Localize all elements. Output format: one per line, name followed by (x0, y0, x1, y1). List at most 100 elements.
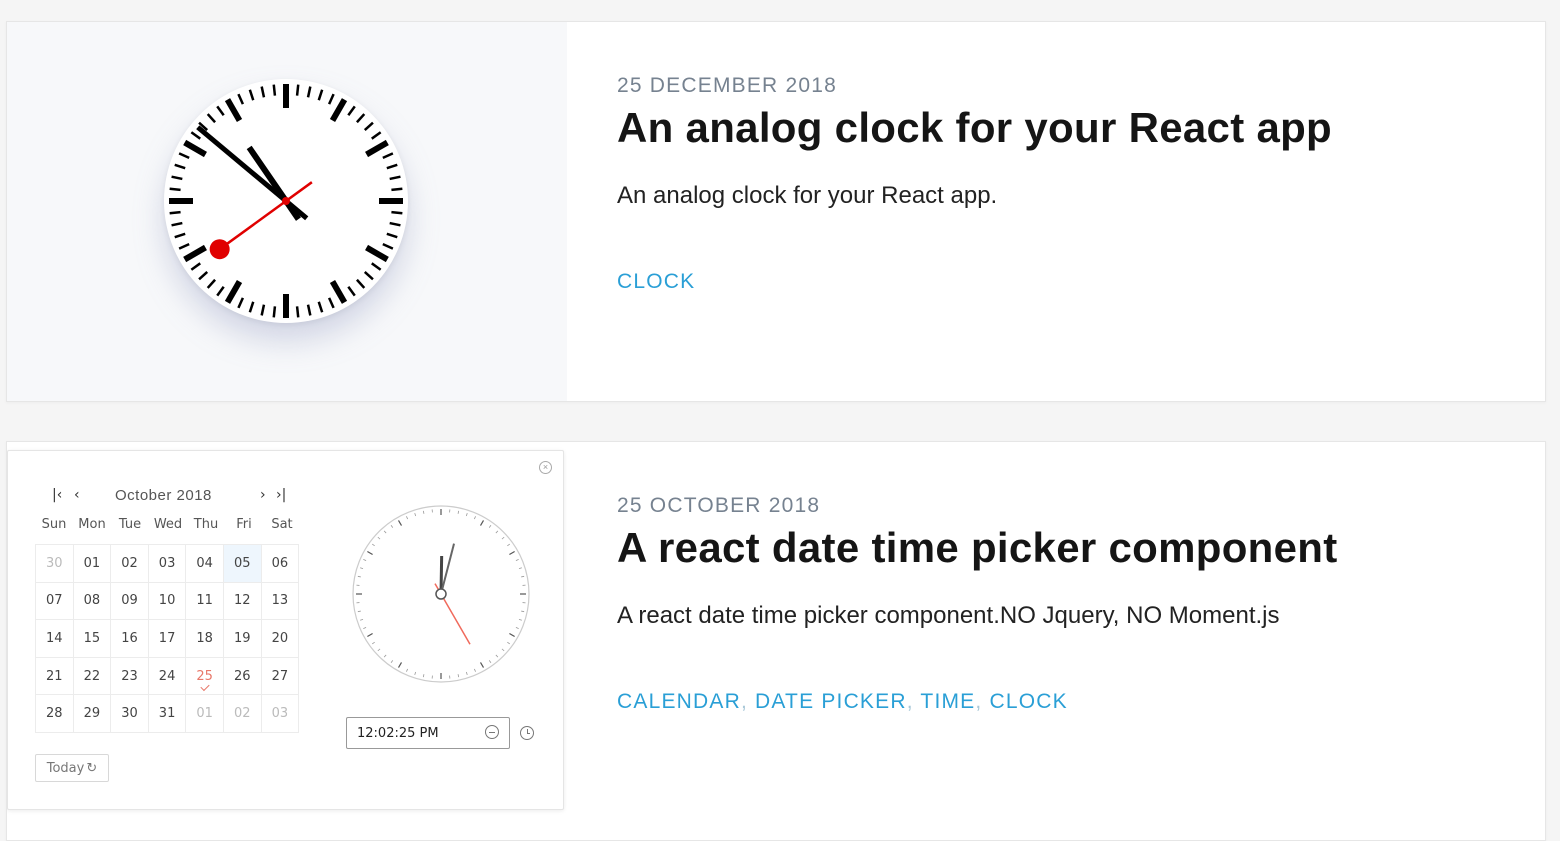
second-hand-tip (210, 239, 230, 259)
day-cell[interactable]: 11 (186, 582, 224, 620)
post-date: 25 OCTOBER 2018 (617, 494, 1545, 518)
day-cell[interactable]: 18 (186, 620, 224, 658)
hour-mark (367, 143, 388, 155)
minute-mark (319, 302, 322, 312)
day-cell[interactable]: 15 (73, 620, 111, 658)
clock-center (436, 589, 446, 599)
minute-mark (175, 165, 185, 168)
minute-mark (308, 87, 310, 98)
day-cell[interactable]: 24 (148, 657, 186, 695)
day-cell[interactable]: 22 (73, 657, 111, 695)
day-cell[interactable]: 27 (261, 657, 299, 695)
day-cell[interactable]: 19 (223, 620, 261, 658)
minute-mark (170, 212, 181, 213)
post-thumbnail[interactable]: × |‹ ‹ October 2018 › ›| Sun Mon Tue Wed… (7, 442, 567, 840)
minute-mark (172, 223, 183, 225)
weekday-row: Sun Mon Tue Wed Thu Fri Sat (35, 517, 301, 532)
first-month-icon[interactable]: |‹ (52, 487, 62, 503)
day-cell[interactable]: 03 (148, 545, 186, 583)
day-cell[interactable]: 03 (261, 695, 299, 733)
post-description: An analog clock for your React app. (617, 182, 1545, 210)
today-button-label: Today (47, 761, 85, 776)
day-cell[interactable]: 01 (73, 545, 111, 583)
post-title[interactable]: An analog clock for your React app (617, 104, 1545, 152)
day-cell[interactable]: 09 (111, 582, 149, 620)
minute-hand (198, 127, 307, 218)
minute-mark (191, 263, 200, 269)
day-cell[interactable]: 13 (261, 582, 299, 620)
close-icon[interactable]: × (539, 461, 552, 474)
minute-mark (217, 287, 223, 296)
tag-link[interactable]: CLOCK (989, 690, 1067, 713)
last-month-icon[interactable]: ›| (276, 487, 286, 503)
minute-mark (208, 280, 215, 288)
tag-link[interactable]: DATE PICKER (755, 690, 907, 713)
day-cell[interactable]: 28 (36, 695, 74, 733)
minute-mark (179, 244, 189, 248)
minute-mark (217, 106, 223, 115)
time-input[interactable]: 12:02:25 PM (346, 717, 510, 749)
minute-mark (372, 263, 381, 269)
clock-icon[interactable] (520, 726, 534, 740)
hour-mark (228, 282, 240, 303)
post-thumbnail[interactable] (7, 22, 567, 401)
day-cell[interactable]: 31 (148, 695, 186, 733)
post-tags: CALENDAR, DATE PICKER, TIME, CLOCK (617, 690, 1545, 714)
weekday-label: Sat (263, 517, 301, 532)
minute-mark (387, 165, 397, 168)
post-title[interactable]: A react date time picker component (617, 524, 1545, 572)
day-cell[interactable]: 07 (36, 582, 74, 620)
day-cell[interactable]: 06 (261, 545, 299, 583)
post-card[interactable]: 25 DECEMBER 2018 An analog clock for you… (6, 21, 1546, 402)
day-cell[interactable]: 01 (186, 695, 224, 733)
minute-mark (390, 223, 401, 225)
minute-mark (191, 132, 200, 138)
day-cell[interactable]: 10 (148, 582, 186, 620)
minute-mark (319, 90, 322, 100)
weekday-label: Thu (187, 517, 225, 532)
day-cell[interactable]: 23 (111, 657, 149, 695)
calendar-grid: 30 01 02 03 04 05 06 07 08 09 10 11 12 1… (35, 544, 299, 733)
day-cell[interactable]: 20 (261, 620, 299, 658)
weekday-label: Tue (111, 517, 149, 532)
minute-mark (238, 94, 242, 104)
hour-mark (228, 100, 240, 121)
day-cell[interactable]: 29 (73, 695, 111, 733)
calendar-header: |‹ ‹ October 2018 › ›| (46, 487, 298, 507)
minute-mark (365, 272, 373, 279)
minute-mark (383, 244, 393, 248)
day-cell[interactable]: 12 (223, 582, 261, 620)
day-cell[interactable]: 16 (111, 620, 149, 658)
day-cell[interactable]: 02 (223, 695, 261, 733)
day-cell-today[interactable]: 25 (186, 657, 224, 695)
tag-link[interactable]: CLOCK (617, 270, 695, 293)
minute-mark (208, 114, 215, 122)
day-cell[interactable]: 30 (111, 695, 149, 733)
minute-mark (308, 305, 310, 316)
day-cell[interactable]: 02 (111, 545, 149, 583)
day-cell[interactable]: 30 (36, 545, 74, 583)
next-month-icon[interactable]: › (260, 487, 266, 503)
day-cell-selected[interactable]: 05 (223, 545, 261, 583)
post-tags: CLOCK (617, 270, 1545, 294)
tag-link[interactable]: CALENDAR (617, 690, 741, 713)
clear-time-icon[interactable] (485, 725, 499, 739)
day-cell[interactable]: 04 (186, 545, 224, 583)
minute-mark (390, 177, 401, 179)
minute-mark (383, 153, 393, 157)
day-cell[interactable]: 08 (73, 582, 111, 620)
post-card[interactable]: × |‹ ‹ October 2018 › ›| Sun Mon Tue Wed… (6, 441, 1546, 841)
weekday-label: Fri (225, 517, 263, 532)
minute-mark (250, 90, 253, 100)
day-cell[interactable]: 17 (148, 620, 186, 658)
time-picker-clock[interactable] (351, 504, 531, 684)
day-cell[interactable]: 26 (223, 657, 261, 695)
prev-month-icon[interactable]: ‹ (74, 487, 80, 503)
tag-link[interactable]: TIME (920, 690, 975, 713)
day-cell[interactable]: 21 (36, 657, 74, 695)
minute-mark (372, 132, 381, 138)
day-cell[interactable]: 14 (36, 620, 74, 658)
today-button[interactable]: Today ↻ (35, 754, 109, 782)
minute-mark (274, 85, 275, 96)
minute-mark (357, 114, 364, 122)
